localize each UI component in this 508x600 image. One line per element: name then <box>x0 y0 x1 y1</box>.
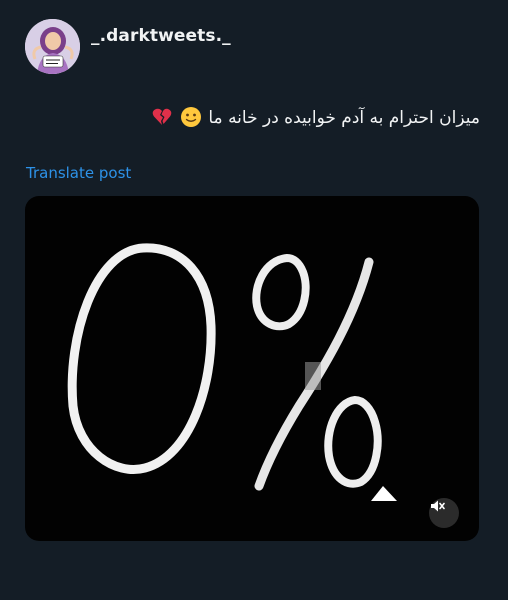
tweet-text: میزان احترام به آدم خوابیده در خانه ما <box>150 106 480 128</box>
broken-heart-icon <box>152 108 171 125</box>
media-video[interactable] <box>25 196 479 541</box>
chalk-zero-percent-image <box>67 243 397 501</box>
mute-button[interactable] <box>429 498 459 528</box>
avatar[interactable] <box>25 19 80 74</box>
tweet-card: _.darktweets._ میزان احترام به آدم خوابی… <box>0 0 508 600</box>
speaker-muted-icon <box>431 500 445 512</box>
slightly-smiling-face-icon <box>180 107 201 127</box>
translate-post-link[interactable]: Translate post <box>26 164 131 182</box>
tweet-text-body: میزان احترام به آدم خوابیده در خانه ما <box>208 108 480 128</box>
username[interactable]: _.darktweets._ <box>91 26 231 46</box>
avatar-image <box>25 19 80 74</box>
